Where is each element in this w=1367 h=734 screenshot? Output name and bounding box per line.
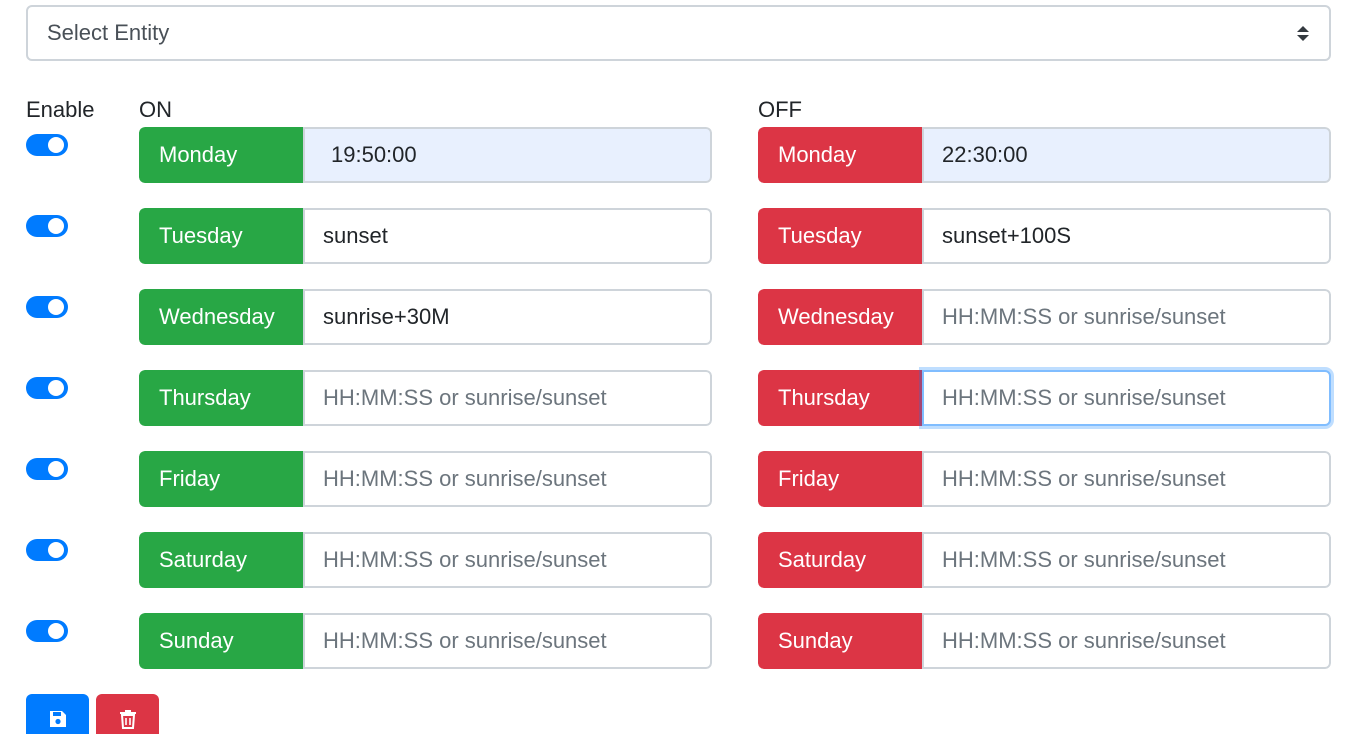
enable-toggle-wednesday[interactable] [26,296,68,318]
floppy-disk-icon [49,711,66,727]
off-time-input-monday[interactable] [922,127,1331,183]
off-group-monday: Monday [758,127,1331,183]
off-time-input-thursday[interactable] [922,370,1331,426]
on-group-saturday: Saturday [139,532,712,588]
on-time-input-wednesday[interactable] [303,289,712,345]
on-time-input-thursday[interactable] [303,370,712,426]
toggle-knob [48,299,64,315]
enable-toggle-tuesday[interactable] [26,215,68,237]
on-day-label-tuesday: Tuesday [139,208,303,264]
off-group-sunday: Sunday [758,613,1331,669]
off-column-label: OFF [758,97,802,122]
toggle-knob [48,380,64,396]
save-button[interactable] [26,694,89,734]
on-time-input-friday[interactable] [303,451,712,507]
off-day-label-saturday: Saturday [758,532,922,588]
off-group-wednesday: Wednesday [758,289,1331,345]
off-time-input-sunday[interactable] [922,613,1331,669]
on-day-label-friday: Friday [139,451,303,507]
off-group-thursday: Thursday [758,370,1331,426]
on-time-input-saturday[interactable] [303,532,712,588]
off-time-input-friday[interactable] [922,451,1331,507]
on-time-input-monday[interactable] [303,127,712,183]
entity-select-label: Select Entity [47,20,170,45]
off-day-label-thursday: Thursday [758,370,922,426]
on-day-label-wednesday: Wednesday [139,289,303,345]
enable-toggle-sunday[interactable] [26,620,68,642]
on-group-friday: Friday [139,451,712,507]
toggle-knob [48,137,64,153]
off-group-tuesday: Tuesday [758,208,1331,264]
on-day-label-saturday: Saturday [139,532,303,588]
off-group-friday: Friday [758,451,1331,507]
on-day-label-monday: Monday [139,127,303,183]
off-day-label-friday: Friday [758,451,922,507]
on-day-label-thursday: Thursday [139,370,303,426]
enable-column-label: Enable [26,97,95,122]
enable-toggle-monday[interactable] [26,134,68,156]
toggle-knob [48,461,64,477]
on-time-input-tuesday[interactable] [303,208,712,264]
off-time-input-tuesday[interactable] [922,208,1331,264]
trash-icon [119,710,136,729]
toggle-knob [48,542,64,558]
off-time-input-wednesday[interactable] [922,289,1331,345]
off-day-label-wednesday: Wednesday [758,289,922,345]
off-time-input-saturday[interactable] [922,532,1331,588]
on-time-input-sunday[interactable] [303,613,712,669]
sort-caret-icon [1297,24,1309,42]
on-group-thursday: Thursday [139,370,712,426]
off-day-label-tuesday: Tuesday [758,208,922,264]
enable-toggle-thursday[interactable] [26,377,68,399]
toggle-knob [48,218,64,234]
on-group-tuesday: Tuesday [139,208,712,264]
enable-toggle-friday[interactable] [26,458,68,480]
toggle-knob [48,623,64,639]
on-group-sunday: Sunday [139,613,712,669]
off-group-saturday: Saturday [758,532,1331,588]
on-group-wednesday: Wednesday [139,289,712,345]
entity-select[interactable]: Select Entity [26,5,1331,61]
on-column-label: ON [139,97,172,122]
enable-toggle-saturday[interactable] [26,539,68,561]
on-day-label-sunday: Sunday [139,613,303,669]
off-day-label-sunday: Sunday [758,613,922,669]
off-day-label-monday: Monday [758,127,922,183]
delete-button[interactable] [96,694,159,734]
on-group-monday: Monday [139,127,712,183]
